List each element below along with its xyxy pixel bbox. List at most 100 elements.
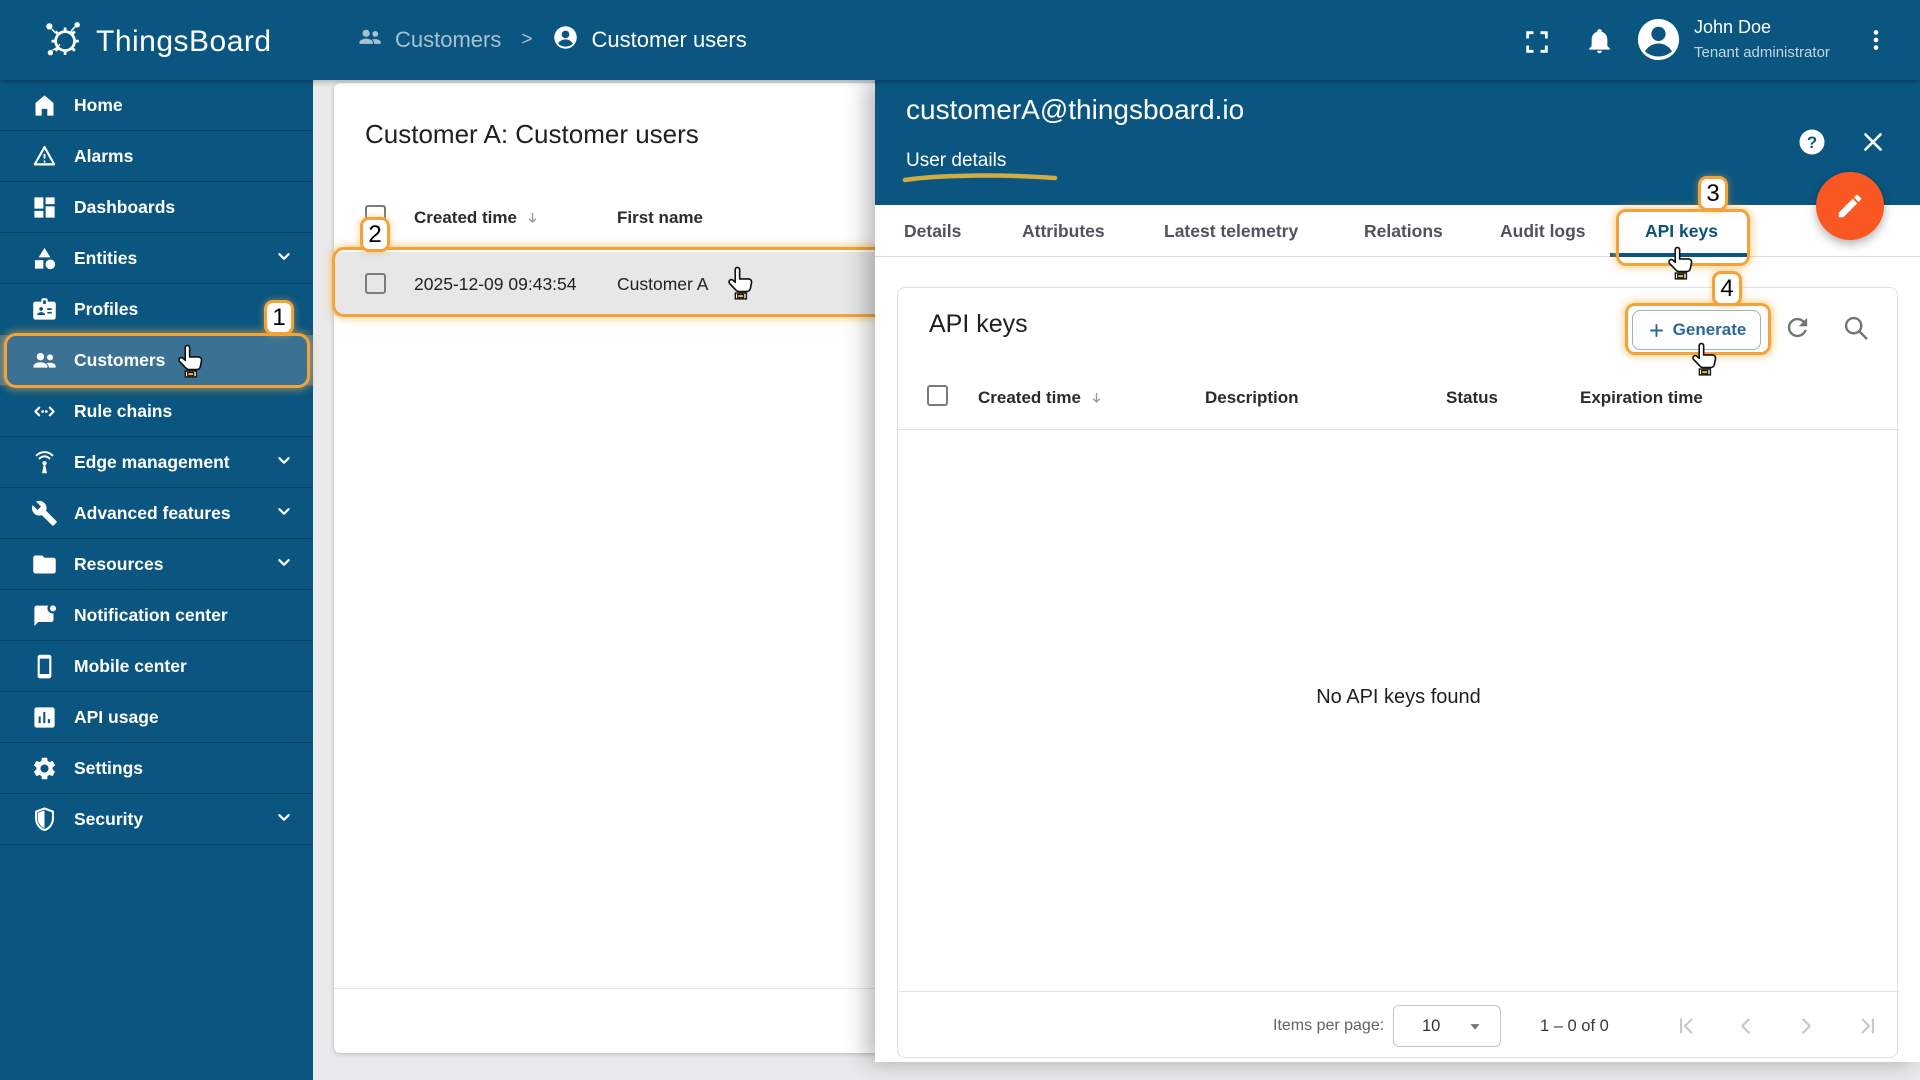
column-header-description[interactable]: Description xyxy=(1205,366,1299,430)
marker-underline-annotation xyxy=(902,173,1058,183)
table-footer-divider xyxy=(334,988,886,989)
column-header-expiration-time[interactable]: Expiration time xyxy=(1580,366,1703,430)
items-per-page-label: Items per page: xyxy=(1273,1017,1385,1034)
prev-page-icon[interactable] xyxy=(1733,1013,1759,1039)
sidebar-item-mobile-center[interactable]: Mobile center xyxy=(0,641,313,692)
table-row-customer-a[interactable]: 2025-12-09 09:43:54 Customer A xyxy=(334,252,886,316)
sidebar-item-api-usage[interactable]: API usage xyxy=(0,692,313,743)
user-details-subtitle: User details xyxy=(906,150,1007,171)
annotation-badge-1: 1 xyxy=(264,300,294,335)
account-circle-icon xyxy=(552,24,579,57)
sidebar-item-security[interactable]: Security xyxy=(0,794,313,845)
phone-icon xyxy=(37,654,52,678)
tab-audit-logs[interactable]: Audit logs xyxy=(1500,205,1586,257)
hand-cursor-icon xyxy=(1692,342,1717,376)
breadcrumb-customers[interactable]: Customers xyxy=(395,27,501,53)
row-created-time: 2025-12-09 09:43:54 xyxy=(414,274,577,294)
breadcrumb-customer-users: Customer users xyxy=(591,27,747,52)
rule-chain-icon xyxy=(34,406,55,416)
user-name: John Doe xyxy=(1694,17,1772,37)
dashboard-icon xyxy=(34,196,55,218)
tab-latest-telemetry[interactable]: Latest telemetry xyxy=(1164,205,1298,257)
edit-fab-button[interactable] xyxy=(1816,172,1884,240)
app-header: ThingsBoard Customers > Customer users J… xyxy=(0,0,1920,80)
details-tab-bar: Details Attributes Latest telemetry Rela… xyxy=(875,205,1920,257)
column-header-created-time[interactable]: Created time xyxy=(414,208,541,228)
close-icon[interactable] xyxy=(1859,128,1887,156)
chevron-down-icon xyxy=(273,245,295,272)
svg-text:?: ? xyxy=(1807,133,1817,152)
paginator: Items per page: 10 1 – 0 of 0 xyxy=(898,991,1899,1059)
page-size-select[interactable]: 10 xyxy=(1393,1005,1501,1047)
annotation-badge-2: 2 xyxy=(360,217,390,252)
column-header-first-name[interactable]: First name xyxy=(617,208,703,228)
chevron-down-icon xyxy=(273,806,295,833)
user-details-drawer: customerA@thingsboard.io User details ? … xyxy=(875,80,1920,1062)
logo-text: ThingsBoard xyxy=(96,24,272,58)
sidebar: Home Alarms Dashboards Entities Profiles xyxy=(0,80,313,1080)
first-page-icon[interactable] xyxy=(1673,1013,1699,1039)
search-icon[interactable] xyxy=(1840,313,1870,343)
people-icon xyxy=(33,352,56,368)
tab-details[interactable]: Details xyxy=(904,205,961,257)
shield-icon xyxy=(35,806,54,831)
sidebar-item-edge-management[interactable]: Edge management xyxy=(0,437,313,488)
sort-desc-icon xyxy=(1092,392,1101,403)
people-icon xyxy=(357,24,383,56)
customer-users-title: Customer A: Customer users xyxy=(365,119,699,149)
alarm-triangle-icon xyxy=(33,145,56,165)
gear-icon xyxy=(33,757,56,779)
sidebar-item-settings[interactable]: Settings xyxy=(0,743,313,794)
sidebar-item-home[interactable]: Home xyxy=(0,80,313,131)
thingsboard-logo: ThingsBoard xyxy=(42,18,272,65)
page-range-label: 1 – 0 of 0 xyxy=(1540,1017,1609,1035)
sidebar-item-notification-center[interactable]: Notification center xyxy=(0,590,313,641)
hand-cursor-icon xyxy=(1668,246,1693,280)
sidebar-item-advanced-features[interactable]: Advanced features xyxy=(0,488,313,539)
row-checkbox[interactable] xyxy=(365,273,386,294)
antenna-icon xyxy=(35,450,54,473)
sidebar-item-alarms[interactable]: Alarms xyxy=(0,131,313,182)
select-all-checkbox[interactable] xyxy=(927,385,948,406)
folder-icon xyxy=(33,555,56,573)
user-email-title: customerA@thingsboard.io xyxy=(906,94,1245,125)
user-info[interactable]: John Doe Tenant administrator xyxy=(1694,17,1830,61)
empty-table-message: No API keys found xyxy=(1316,686,1481,708)
sidebar-item-resources[interactable]: Resources xyxy=(0,539,313,590)
sidebar-item-rule-chains[interactable]: Rule chains xyxy=(0,386,313,437)
user-avatar[interactable] xyxy=(1636,17,1681,67)
hand-cursor-icon xyxy=(178,344,203,378)
pencil-icon xyxy=(1838,194,1862,218)
badge-icon xyxy=(33,297,56,320)
api-keys-card: API keys Generate Created time Descripti… xyxy=(897,287,1899,1059)
tab-relations[interactable]: Relations xyxy=(1364,205,1443,257)
refresh-icon[interactable] xyxy=(1782,313,1812,343)
chart-box-icon xyxy=(34,706,55,728)
home-icon xyxy=(35,94,54,116)
last-page-icon[interactable] xyxy=(1855,1013,1881,1039)
notifications-bell-button[interactable] xyxy=(1585,26,1614,58)
wrench-icon xyxy=(31,500,57,526)
customer-users-panel: Customer A: Customer users Created time … xyxy=(334,83,886,1053)
chevron-down-icon xyxy=(273,449,295,476)
sidebar-item-dashboards[interactable]: Dashboards xyxy=(0,182,313,233)
sidebar-item-entities[interactable]: Entities xyxy=(0,233,313,284)
sidebar-item-customers[interactable]: Customers xyxy=(0,335,313,386)
fullscreen-button[interactable] xyxy=(1523,28,1551,59)
api-keys-title: API keys xyxy=(929,310,1028,338)
column-header-status[interactable]: Status xyxy=(1446,366,1498,430)
tab-attributes[interactable]: Attributes xyxy=(1022,205,1105,257)
column-header-created-time[interactable]: Created time xyxy=(978,366,1105,430)
sort-desc-icon xyxy=(528,212,537,223)
dropdown-caret-icon xyxy=(1464,1015,1486,1042)
thingsboard-gear-icon xyxy=(42,18,84,65)
breadcrumb-separator: > xyxy=(521,29,533,50)
api-keys-table-header: Created time Description Status Expirati… xyxy=(898,366,1899,430)
next-page-icon[interactable] xyxy=(1793,1013,1819,1039)
annotation-badge-4: 4 xyxy=(1712,271,1742,306)
drawer-header: customerA@thingsboard.io User details ? xyxy=(875,80,1920,205)
kebab-menu-icon[interactable] xyxy=(1862,26,1890,57)
help-icon[interactable]: ? xyxy=(1797,127,1827,157)
annotation-badge-3: 3 xyxy=(1698,176,1728,211)
user-role: Tenant administrator xyxy=(1694,44,1830,61)
